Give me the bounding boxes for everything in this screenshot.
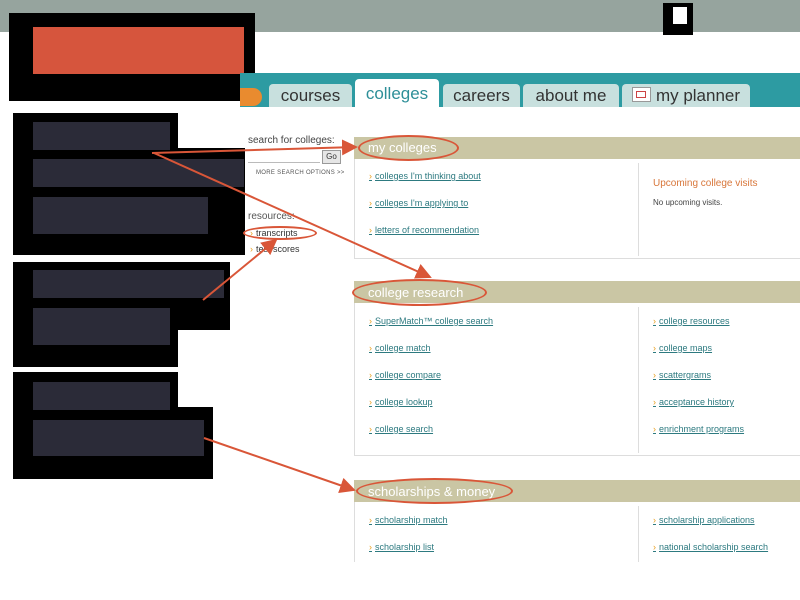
annotation-arrows <box>151 139 432 493</box>
arrow-to-college-research <box>153 152 432 279</box>
arrow-to-transcripts <box>202 238 278 301</box>
arrow-to-scholarships <box>203 437 356 493</box>
arrow-to-my-colleges <box>151 139 358 156</box>
